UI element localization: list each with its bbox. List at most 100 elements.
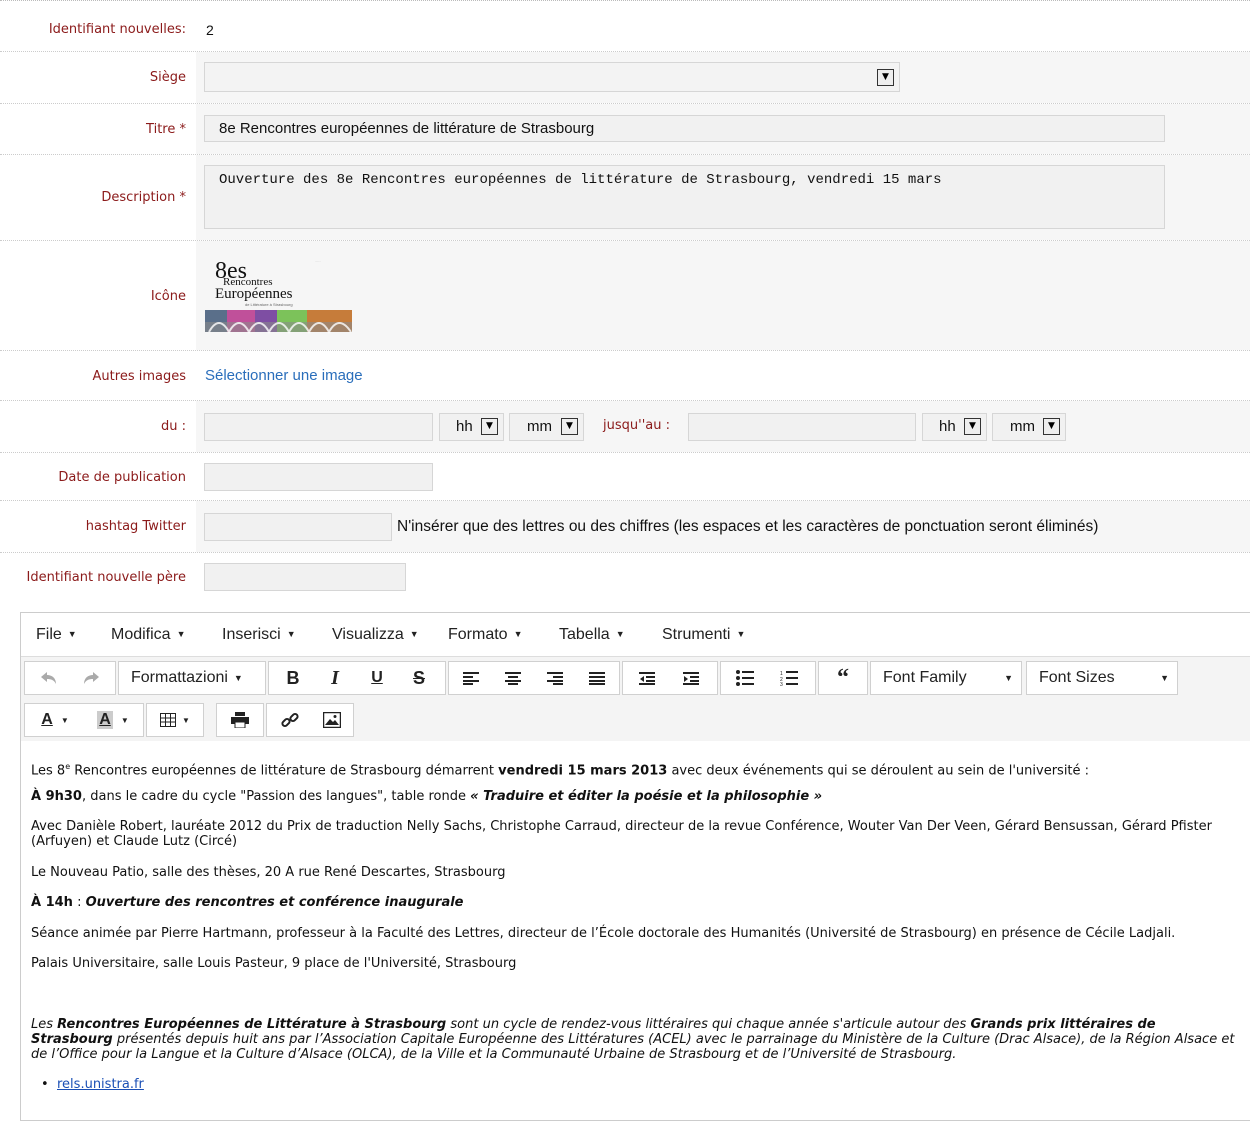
paragraph-participants: Avec Danièle Robert, lauréate 2012 du Pr…: [31, 819, 1212, 849]
text-style-group: B I U S: [268, 661, 446, 695]
event-logo-image[interactable]: 8es Rencontres Européennes de Littératur…: [205, 252, 355, 335]
logo-subtitle: de Littérature à Strasbourg: [245, 302, 293, 307]
end-hour-select[interactable]: hh ▼: [922, 413, 987, 441]
start-minute-select[interactable]: mm ▼: [509, 413, 584, 441]
blockquote-icon[interactable]: “: [823, 662, 863, 694]
background-color-icon[interactable]: A ▼: [87, 704, 139, 736]
list-group: 123: [720, 661, 816, 695]
menu-formato[interactable]: Formato ▼: [448, 626, 523, 644]
print-icon[interactable]: [221, 704, 259, 736]
identifiant-value: 2: [206, 22, 214, 38]
date-publication-label: Date de publication: [58, 470, 186, 485]
menu-inserisci[interactable]: Inserisci ▼: [222, 626, 296, 644]
history-group: [24, 661, 116, 695]
row-titre: Titre * 8e Rencontres européennes de lit…: [0, 104, 1250, 155]
align-justify-icon[interactable]: [579, 662, 615, 694]
date-publication-input[interactable]: [204, 463, 433, 491]
parent-id-input[interactable]: [204, 563, 406, 591]
align-group: [448, 661, 620, 695]
align-right-icon[interactable]: [537, 662, 573, 694]
text-color-icon[interactable]: A ▼: [29, 704, 81, 736]
paragraph-intro: Les 8e Rencontres européennes de littéra…: [31, 762, 1090, 779]
chevron-down-icon: ▼: [1043, 418, 1060, 435]
align-left-icon[interactable]: [453, 662, 489, 694]
bold-icon[interactable]: B: [275, 662, 311, 694]
titre-label: Titre *: [146, 122, 186, 137]
underline-icon[interactable]: U: [359, 662, 395, 694]
paragraph-venue-2: Palais Universitaire, salle Louis Pasteu…: [31, 956, 517, 971]
start-minute-value: mm: [527, 418, 552, 435]
formats-dropdown[interactable]: Formattazioni ▼: [118, 661, 266, 695]
editor-toolbar-1: Formattazioni ▼ B I U S 123 “ Font Family…: [21, 656, 1250, 700]
autres-images-label: Autres images: [92, 369, 186, 384]
print-group: [216, 703, 264, 737]
row-identifiant: Identifiant nouvelles: 2: [0, 8, 1250, 52]
description-value: Ouverture des 8e Rencontres européennes …: [219, 172, 942, 188]
list-item: • rels.unistra.fr: [41, 1077, 144, 1092]
editor-toolbar-2: A ▼ A ▼ ▼: [21, 699, 1250, 741]
menu-file[interactable]: File ▼: [36, 626, 77, 644]
indent-group: [622, 661, 718, 695]
indent-icon[interactable]: [671, 662, 711, 694]
italic-icon[interactable]: I: [317, 662, 353, 694]
select-image-link[interactable]: Sélectionner une image: [205, 367, 363, 384]
end-minute-value: mm: [1010, 418, 1035, 435]
titre-input[interactable]: 8e Rencontres européennes de littérature…: [204, 115, 1165, 142]
end-minute-select[interactable]: mm ▼: [992, 413, 1066, 441]
hashtag-label: hashtag Twitter: [85, 519, 186, 534]
blockquote-group: “: [818, 661, 868, 695]
identifiant-label: Identifiant nouvelles:: [48, 22, 186, 37]
description-label: Description *: [101, 190, 186, 205]
font-sizes-label: Font Sizes: [1039, 669, 1115, 686]
paragraph-14h: À 14h : Ouverture des rencontres et conf…: [31, 895, 464, 910]
table-icon: ▼: [153, 704, 197, 736]
undo-icon[interactable]: [29, 662, 69, 694]
siege-label: Siège: [149, 70, 186, 85]
logo-europeennes: Européennes: [215, 286, 293, 302]
bullet-list-icon[interactable]: [725, 662, 765, 694]
icone-label: Icône: [150, 289, 186, 304]
row-description: Description * Ouverture des 8e Rencontre…: [0, 155, 1250, 241]
description-textarea[interactable]: Ouverture des 8e Rencontres européennes …: [204, 165, 1165, 229]
font-family-dropdown[interactable]: Font Family ▼: [870, 661, 1022, 695]
parent-id-label: Identifiant nouvelle père: [26, 570, 186, 585]
start-hour-select[interactable]: hh ▼: [439, 413, 504, 441]
end-hour-value: hh: [939, 418, 956, 435]
numbered-list-icon[interactable]: 123: [769, 662, 809, 694]
image-icon[interactable]: [313, 704, 351, 736]
paragraph-seance: Séance animée par Pierre Hartmann, profe…: [31, 926, 1176, 941]
titre-input-value: 8e Rencontres européennes de littérature…: [219, 120, 595, 137]
row-icone: Icône: [0, 241, 1250, 351]
hashtag-hint: N'insérer que des lettres ou des chiffre…: [397, 518, 1099, 535]
du-label: du :: [160, 419, 186, 434]
font-sizes-dropdown[interactable]: Font Sizes ▼: [1026, 661, 1178, 695]
menu-visualizza[interactable]: Visualizza ▼: [332, 626, 419, 644]
table-dropdown[interactable]: ▼: [146, 703, 204, 737]
hashtag-input[interactable]: [204, 513, 392, 541]
align-center-icon[interactable]: [495, 662, 531, 694]
outdent-icon[interactable]: [627, 662, 667, 694]
menu-strumenti[interactable]: Strumenti ▼: [662, 626, 745, 644]
chevron-down-icon: ▼: [877, 69, 894, 86]
redo-icon[interactable]: [71, 662, 111, 694]
start-date-input[interactable]: [204, 413, 433, 441]
start-hour-value: hh: [456, 418, 473, 435]
siege-select[interactable]: ▼: [204, 62, 900, 92]
menu-modifica[interactable]: Modifica ▼: [111, 626, 186, 644]
row-parent-id: Identifiant nouvelle père: [0, 553, 1250, 603]
chevron-down-icon: ▼: [964, 418, 981, 435]
paragraph-about: Les Rencontres Européennes de Littératur…: [31, 1017, 1235, 1062]
link-icon[interactable]: [271, 704, 309, 736]
formats-label: Formattazioni ▼: [131, 669, 243, 686]
paragraph-venue-1: Le Nouveau Patio, salle des thèses, 20 A…: [31, 865, 506, 880]
rels-link[interactable]: rels.unistra.fr: [57, 1077, 144, 1092]
svg-text:3: 3: [780, 682, 783, 686]
end-date-input[interactable]: [688, 413, 916, 441]
insert-group: [266, 703, 354, 737]
row-hashtag: hashtag Twitter N'insérer que des lettre…: [0, 501, 1250, 553]
menu-tabella[interactable]: Tabella ▼: [559, 626, 625, 644]
jusqu-label: jusqu''au :: [603, 418, 670, 433]
strikethrough-icon[interactable]: S: [401, 662, 437, 694]
rich-text-editor: File ▼ Modifica ▼ Inserisci ▼ Visualizza ▼ F…: [20, 612, 1250, 1121]
row-dates: du : hh ▼ mm ▼ jusqu''au : hh ▼ mm ▼: [0, 401, 1250, 453]
